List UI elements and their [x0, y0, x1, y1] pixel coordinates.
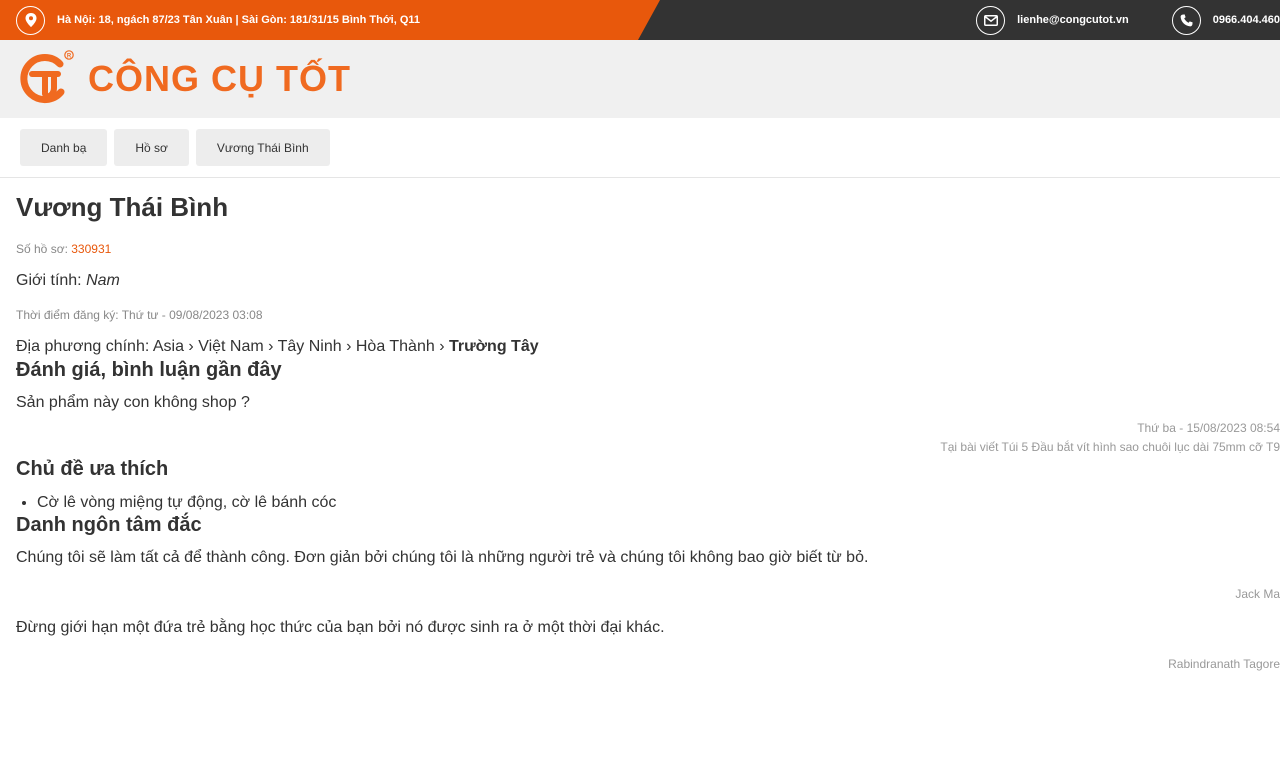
quote-text: Chúng tôi sẽ làm tất cả để thành công. Đ… — [16, 549, 869, 566]
page-title: Vương Thái Bình — [16, 192, 229, 222]
gender-row: Giới tính: Nam — [16, 272, 1280, 292]
breadcrumb: Danh bạ Hồ sơ Vương Thái Bình — [20, 129, 1280, 166]
quote-author: Jack Ma — [1235, 587, 1280, 601]
gender-value: Nam — [86, 272, 120, 289]
list-item[interactable]: Cờ lê vòng miệng tự động, cờ lê bánh cóc — [37, 493, 1280, 513]
profile-id-row: Số hồ sơ: 330931 — [16, 242, 1280, 260]
topics-list: Cờ lê vòng miệng tự động, cờ lê bánh cóc — [16, 493, 1280, 513]
profile-id-label: Số hồ sơ: — [16, 242, 68, 256]
email-contact[interactable]: lienhe@congcutot.vn — [976, 5, 1129, 35]
quote-text: Đừng giới hạn một đứa trẻ bằng học thức … — [16, 619, 665, 636]
comment-meta: Thứ ba - 15/08/2023 08:54 Tại bài viết T… — [16, 419, 1280, 457]
phone-number[interactable]: 0966.404.460 — [1213, 14, 1280, 26]
breadcrumb-item-directory[interactable]: Danh bạ — [20, 129, 108, 166]
site-header: R CÔNG CỤ TỐT — [0, 40, 1280, 118]
topics-heading: Chủ đề ưa thích — [16, 458, 169, 480]
site-logo[interactable]: R CÔNG CỤ TỐT — [16, 48, 351, 110]
phone-contact[interactable]: 0966.404.460 — [1171, 5, 1280, 35]
breadcrumb-bar: Danh bạ Hồ sơ Vương Thái Bình — [0, 118, 1280, 178]
comment-date: Thứ ba - 15/08/2023 08:54 — [1137, 421, 1280, 435]
logo-text: CÔNG CỤ TỐT — [88, 58, 351, 99]
quotes-heading: Danh ngôn tâm đắc — [16, 514, 202, 536]
address-text: Hà Nội: 18, ngách 87/23 Tân Xuân | Sài G… — [57, 14, 421, 26]
map-pin-icon — [16, 5, 45, 35]
quote-author: Rabindranath Tagore — [1168, 657, 1280, 671]
location-row: Địa phương chính: Asia › Việt Nam › Tây … — [16, 338, 1280, 358]
gender-label: Giới tính: — [16, 272, 82, 289]
location-path[interactable]: Asia › Việt Nam › Tây Ninh › Hòa Thành › — [153, 338, 445, 355]
comment-source-link[interactable]: Tại bài viết Túi 5 Đầu bắt vít hình sao … — [16, 438, 1280, 457]
location-current: Trường Tây — [448, 338, 539, 355]
registration-time: Thời điểm đăng ký: Thứ tư - 09/08/2023 0… — [16, 308, 263, 322]
profile-content: Vương Thái Bình Số hồ sơ: 330931 Giới tí… — [0, 192, 1280, 673]
breadcrumb-item-current[interactable]: Vương Thái Bình — [195, 129, 330, 166]
location-label: Địa phương chính: — [16, 338, 150, 355]
comment-text: Sản phẩm này con không shop ? — [16, 394, 250, 411]
top-info-bar: Hà Nội: 18, ngách 87/23 Tân Xuân | Sài G… — [0, 0, 1280, 40]
profile-id-value: 330931 — [71, 242, 112, 256]
phone-icon — [1171, 5, 1201, 35]
breadcrumb-item-profiles[interactable]: Hồ sơ — [114, 129, 189, 166]
svg-text:R: R — [67, 53, 72, 59]
envelope-icon — [976, 5, 1006, 35]
reviews-heading: Đánh giá, bình luận gần đây — [16, 359, 282, 381]
email-link[interactable]: lienhe@congcutot.vn — [1017, 14, 1129, 26]
store-addresses: Hà Nội: 18, ngách 87/23 Tân Xuân | Sài G… — [16, 0, 420, 40]
contact-info: lienhe@congcutot.vn 0966.404.460 — [976, 0, 1280, 40]
logo-mark-icon: R — [20, 50, 74, 104]
